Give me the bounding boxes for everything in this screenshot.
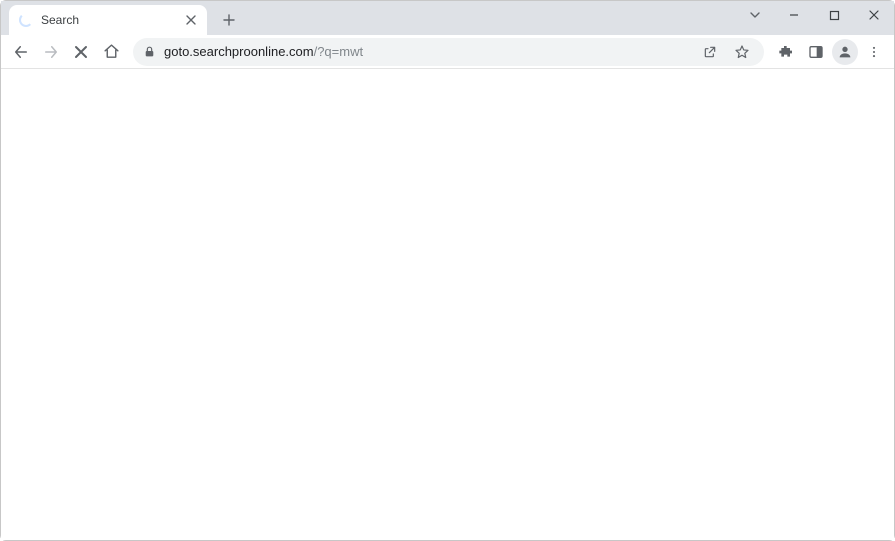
forward-button[interactable]	[37, 38, 65, 66]
tab-close-button[interactable]	[183, 12, 199, 28]
address-bar[interactable]: goto.searchproonline.com/?q=mwt	[133, 38, 764, 66]
window-minimize-button[interactable]	[774, 1, 814, 29]
url-host: goto.searchproonline.com	[164, 44, 314, 59]
loading-spinner-icon	[19, 13, 33, 27]
back-button[interactable]	[7, 38, 35, 66]
title-bar: Search	[1, 1, 894, 35]
browser-tab[interactable]: Search	[9, 5, 207, 35]
toolbar-right-cluster	[772, 38, 888, 66]
window-maximize-button[interactable]	[814, 1, 854, 29]
bookmark-button[interactable]	[730, 40, 754, 64]
tab-search-button[interactable]	[738, 1, 772, 29]
menu-button[interactable]	[860, 38, 888, 66]
window-close-button[interactable]	[854, 1, 894, 29]
stop-button[interactable]	[67, 38, 95, 66]
tab-title: Search	[41, 13, 183, 27]
home-button[interactable]	[97, 38, 125, 66]
side-panel-button[interactable]	[802, 38, 830, 66]
toolbar: goto.searchproonline.com/?q=mwt	[1, 35, 894, 69]
profile-button[interactable]	[832, 39, 858, 65]
lock-icon	[143, 45, 156, 58]
page-content	[1, 69, 894, 540]
window-controls	[774, 1, 894, 29]
share-button[interactable]	[698, 40, 722, 64]
url-text: goto.searchproonline.com/?q=mwt	[164, 44, 690, 59]
extensions-button[interactable]	[772, 38, 800, 66]
url-path: /?q=mwt	[314, 44, 364, 59]
new-tab-button[interactable]	[215, 6, 243, 34]
